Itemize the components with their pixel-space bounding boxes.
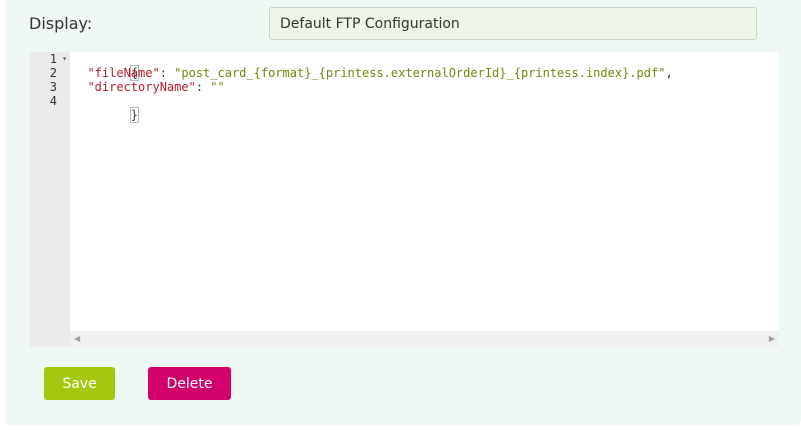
line-number-row: 1 ▾ [30, 52, 70, 66]
configuration-panel: Display: 1 ▾ 2 3 4 { "fileName": "post_c… [5, 0, 801, 425]
json-colon: : [195, 80, 211, 94]
json-comma: , [665, 66, 673, 80]
code-line: "directoryName": "" [73, 80, 225, 94]
line-number-row: 3 [30, 80, 70, 94]
line-number-row: 4 [30, 94, 70, 108]
line-number: 4 [49, 94, 57, 108]
save-button[interactable]: Save [44, 367, 115, 400]
display-label: Display: [29, 14, 93, 33]
json-code-editor[interactable]: 1 ▾ 2 3 4 { "fileName": "post_card_{form… [30, 52, 779, 347]
code-line: "fileName": "post_card_{format}_{printes… [73, 66, 673, 80]
horizontal-scrollbar[interactable]: ◀ ▶ [70, 331, 779, 347]
json-string-value: "" [210, 80, 225, 94]
fold-arrow-icon[interactable]: ▾ [62, 52, 67, 66]
code-line: } [73, 94, 140, 123]
json-string-value: "post_card_{format}_{printess.externalOr… [174, 66, 666, 80]
json-key: "directoryName" [87, 80, 196, 94]
line-number-row: 2 [30, 66, 70, 80]
json-key: "fileName" [87, 66, 160, 80]
arrow-left-icon[interactable]: ◀ [74, 334, 80, 343]
line-number: 1 [49, 52, 57, 66]
arrow-right-icon[interactable]: ▶ [769, 334, 775, 343]
close-brace: } [129, 107, 140, 123]
editor-gutter: 1 ▾ 2 3 4 [30, 52, 70, 347]
delete-button[interactable]: Delete [148, 367, 231, 400]
code-content[interactable]: { "fileName": "post_card_{format}_{print… [73, 52, 673, 136]
display-input[interactable] [269, 7, 757, 40]
json-colon: : [159, 66, 175, 80]
line-number: 2 [49, 66, 57, 80]
line-number: 3 [49, 80, 57, 94]
code-line: { [73, 52, 140, 81]
